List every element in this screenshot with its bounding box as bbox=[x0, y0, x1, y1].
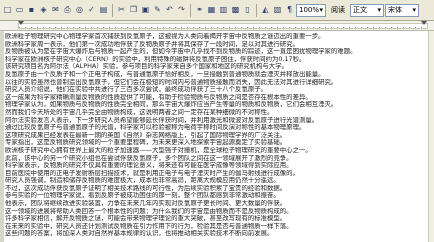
save-icon[interactable]: ▪ bbox=[26, 3, 37, 17]
horizontal-ruler[interactable] bbox=[0, 21, 434, 31]
drawing-icon[interactable]: ◭ bbox=[260, 3, 271, 17]
paragraph-line: 这一领域的进展将帮助人类回答一个根本性的问题：为什么我们的宇宙是由物质而不是反物… bbox=[5, 207, 293, 215]
toolbar-separator bbox=[112, 3, 113, 17]
paste-icon[interactable]: ▣ bbox=[140, 3, 151, 17]
style-select[interactable]: 正文 ▾ bbox=[350, 3, 384, 17]
paragraph-line: 在未来的实验中，研究人员还计划测试反物质在引力作用下的行为，检验其是否与普通物质… bbox=[5, 222, 293, 230]
redo-icon[interactable]: ↷ bbox=[176, 3, 187, 17]
style-select-value: 正文 bbox=[353, 5, 367, 14]
preview-icon[interactable]: ◎ bbox=[74, 3, 85, 17]
show-hide-icon[interactable]: ¶ bbox=[284, 3, 295, 17]
zoom-select-value: 100% bbox=[299, 5, 320, 14]
paragraph-line: 这些问题的答案，将加深人类对自然界基本规律的认识，也将推动相关实验技术不断向前发… bbox=[5, 230, 274, 238]
paragraph-line: 以往的实验虽然也曾制造出反氢原子，但它们会在极短的时间内与普通物质接触而消失，因… bbox=[5, 78, 338, 86]
spelling-icon[interactable]: ✓ bbox=[86, 3, 97, 17]
font-select-value: 宋体 bbox=[388, 5, 402, 14]
paragraph-line: 然而我们今天所处的宇宙几乎完全由物质构成，这说明两者之间一定存在某种细微的不对称… bbox=[5, 108, 274, 116]
paragraph-line: 参与实验的一位物理学家说，看到反原子被成功困住的那一刻，整个团队都感到非常激动和… bbox=[5, 192, 280, 200]
open-icon[interactable]: ▭ bbox=[14, 3, 25, 17]
paragraph-line: 欧洲粒子物理研究中心物理学家首次捕获到反氢原子，这被视为人类向着揭开宇宙中反物质… bbox=[5, 33, 325, 40]
cut-icon[interactable]: ✂ bbox=[116, 3, 127, 17]
paragraph-line: 物理学家认为，如果物质与反物质的性质完全相同，那么宇宙大爆炸应当产生等量的物质和… bbox=[5, 101, 338, 109]
chevron-down-icon: ▾ bbox=[319, 5, 323, 14]
paragraph-line: 研究人员介绍说，他们在实验中共进行了三百多次尝试，最终成功俘获了三十八个反氢原子… bbox=[5, 86, 268, 94]
undo-icon[interactable]: ↶ bbox=[164, 3, 175, 17]
format-painter-icon[interactable]: ✎ bbox=[152, 3, 163, 17]
paragraph-line: 反物质被认为是在宇宙大爆炸后与物质一起产生的，但如今宇宙中几乎找不到反物质的踪迹… bbox=[5, 48, 357, 56]
print-icon[interactable]: ⎙ bbox=[62, 3, 73, 17]
insert-excel-icon[interactable]: ▩ bbox=[230, 3, 241, 17]
paragraph-line: 欧洲科学家周一表示，他们第一次成功地俘获了反物质原子并将其保存了一段时间，足以对… bbox=[5, 40, 299, 48]
paragraph-line: 反氢原子由一个反质子和一个正电子构成，与普通氢原子恰好相反，一旦接触到普通物质就… bbox=[5, 70, 325, 78]
chevron-down-icon: ▾ bbox=[412, 5, 416, 14]
tables-borders-icon[interactable]: ▦ bbox=[206, 3, 217, 17]
paragraph-line: 此前，该中心的另一个研究小组也在尝试俘获反氢原子，多个团队之间在这一领域展开了激… bbox=[5, 154, 293, 162]
email-icon[interactable]: ✉ bbox=[50, 3, 61, 17]
toolbar-separator bbox=[190, 3, 191, 17]
left-indent-marker[interactable] bbox=[18, 21, 24, 25]
paragraph-line: 他表示，团队将继续改进实验装置，力争在未来几年内实现对反氢原子更长时间、更大数量… bbox=[5, 200, 287, 208]
hyperlink-icon[interactable]: ⚭ bbox=[194, 3, 205, 17]
read-button[interactable]: 阅读 bbox=[327, 3, 349, 17]
columns-icon[interactable]: ▯ bbox=[242, 3, 253, 17]
new-icon[interactable]: □ bbox=[2, 3, 13, 17]
paragraph-line: 不过，这次成功俘获反氢原子证明了相关技术路线的可行性，为后续实验积累了宝贵的经验… bbox=[5, 184, 287, 192]
paragraph-line: 专家指出，这是反物质研究领域的一个重要里程碑，为未来更深入地探索宇宙起源奠定了实… bbox=[5, 139, 287, 147]
paragraph-line: 研究人员强调，制造和储存反物质的难度极大，成本也非常高昂，距离大规模应用仍然十分… bbox=[5, 177, 280, 185]
chevron-down-icon: ▾ bbox=[377, 5, 381, 14]
paragraph-line: 科学家在欧洲核子研究中心（CERN）的实验中，利用特殊的磁阱将反氢原子困住，俘获… bbox=[5, 55, 306, 63]
paragraph-line: 欧洲核子研究中心拥有世界上最大的粒子加速器——大型强子对撞机，是全球粒子物理研究… bbox=[5, 146, 312, 154]
zoom-select[interactable]: 100% ▾ bbox=[296, 3, 326, 17]
paragraph-line: 目前医院中使用的正电子发射断层扫描技术，就是利用正电子与电子湮灭时产生的伽马射线… bbox=[5, 169, 299, 177]
document-map-icon[interactable]: ▧ bbox=[272, 3, 283, 17]
left-margin-gutter bbox=[0, 31, 4, 242]
paragraph-line: 科学家表示，反物质的研究不仅具有重要的理论意义，将来还有可能在医学成像等领域得到… bbox=[5, 162, 293, 170]
research-icon[interactable]: ▤ bbox=[98, 3, 109, 17]
ruler-scale bbox=[18, 23, 428, 29]
right-indent-marker[interactable] bbox=[421, 21, 427, 25]
insert-table-icon[interactable]: ▥ bbox=[218, 3, 229, 17]
paragraph-line: 通过比较反氢原子与普通氢原子的光谱，科学家可以检验被称为电荷宇称时间反演对称性的… bbox=[5, 124, 306, 132]
toolbar-separator bbox=[256, 3, 257, 17]
permission-icon[interactable]: ◈ bbox=[38, 3, 49, 17]
standard-toolbar: □ ▭ ▪ ◈ ✉ ⎙ ◎ ✓ ▤ ✂ ❐ ▣ ✎ ↶ ↷ ⚭ ▦ ▥ ▩ ▯ ◭ ▧ ¶ 100% ▾ 阅读 正文 ▾ 宋体 ▾ bbox=[0, 0, 434, 21]
font-select[interactable]: 宋体 ▾ bbox=[385, 3, 419, 17]
paragraph-line: 许多科学家相信，解开反物质之谜，可能会带来物理学理论的重大突破，甚至改写现有的标… bbox=[5, 215, 287, 223]
paragraph-line: 这一成果为科学家精确测量反物质的性质提供了可能，有助于检验物质与反物质之间是否存… bbox=[5, 93, 312, 101]
copy-icon[interactable]: ❐ bbox=[128, 3, 139, 17]
vertical-scrollbar[interactable] bbox=[428, 31, 434, 242]
paragraph-line: 这项研究成果已经发表在最新一期的英国《自然》杂志网络版上，引起了国际物理学界的广… bbox=[5, 131, 287, 139]
document-body[interactable]: 欧洲粒子物理研究中心物理学家首次捕获到反氢原子，这被视为人类向着揭开宇宙中反物质… bbox=[5, 33, 428, 242]
paragraph-line: 该研究项目名为阿尔法（ALPHA）实验，参与项目的科学家来自多个国家和地区的研究… bbox=[5, 63, 288, 71]
paragraph-line: 阿尔法实验发言人表示，下一步研究人员希望能够延长俘获时间，并利用激光和微波对反氢… bbox=[5, 116, 319, 124]
